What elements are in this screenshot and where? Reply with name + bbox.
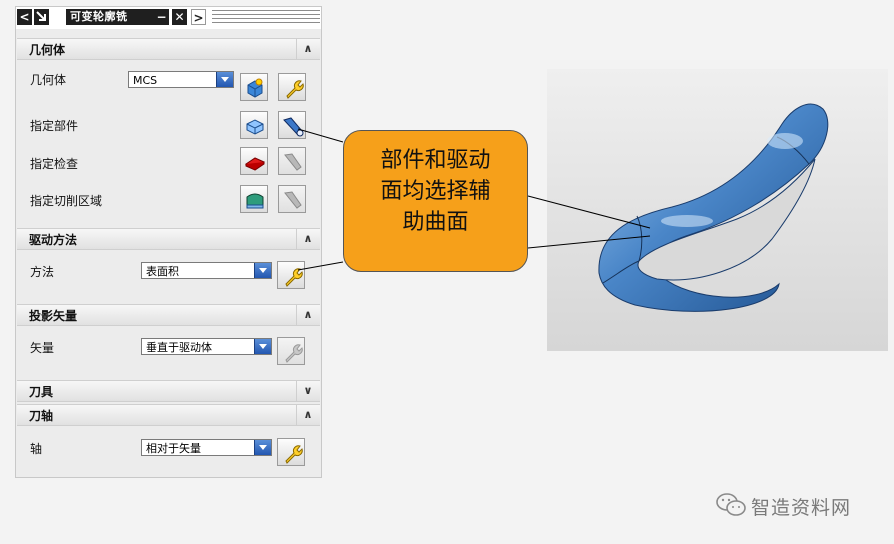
- callout-line-2: 面均选择辅: [380, 179, 491, 204]
- callout-leader-lines: [297, 128, 651, 271]
- watermark-text: 智造资料网: [751, 497, 852, 519]
- annotation-callout: 部件和驱动 面均选择辅 助曲面: [343, 130, 528, 272]
- wechat-icon: [716, 493, 746, 516]
- callout-line-1: 部件和驱动: [380, 148, 491, 173]
- callout-line-3: 助曲面: [402, 210, 469, 235]
